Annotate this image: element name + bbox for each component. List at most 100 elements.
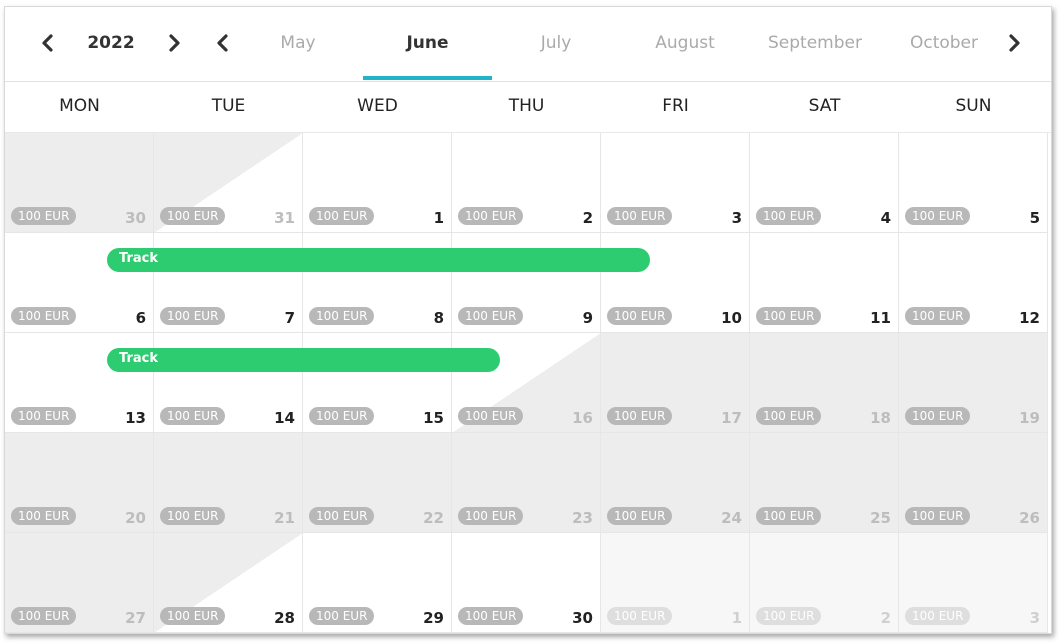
day-number: 26 — [1019, 509, 1040, 527]
day-cell[interactable]: 100 EUR 3 — [899, 533, 1048, 633]
day-number: 19 — [1019, 409, 1040, 427]
previous-year-button[interactable] — [37, 31, 59, 55]
day-cell[interactable]: 100 EUR 30 — [5, 133, 154, 233]
price-badge: 100 EUR — [607, 207, 673, 225]
day-number: 6 — [135, 309, 146, 327]
event-bar-track[interactable]: Track — [107, 348, 500, 372]
day-number: 15 — [423, 409, 444, 427]
day-cell[interactable]: 100 EUR 3 — [601, 133, 750, 233]
day-number: 11 — [870, 309, 891, 327]
day-cell[interactable]: 100 EUR 19 — [899, 333, 1048, 433]
event-bar-track[interactable]: Track — [107, 248, 650, 272]
day-cell[interactable]: 100 EUR 4 — [750, 133, 899, 233]
day-number: 28 — [274, 609, 295, 627]
price-badge: 100 EUR — [309, 507, 375, 525]
day-cell[interactable]: 100 EUR 1 — [303, 133, 452, 233]
day-cell[interactable]: 100 EUR 28 — [154, 533, 303, 633]
price-badge: 100 EUR — [11, 207, 77, 225]
day-cell[interactable]: 100 EUR 24 — [601, 433, 750, 533]
day-cell[interactable]: 100 EUR 31 — [154, 133, 303, 233]
price-badge: 100 EUR — [11, 307, 77, 325]
day-number: 5 — [1029, 209, 1040, 227]
weekday-thu: THU — [508, 96, 545, 116]
day-number: 7 — [284, 309, 295, 327]
price-badge: 100 EUR — [756, 407, 822, 425]
price-badge: 100 EUR — [607, 307, 673, 325]
weekday-header-row: MON TUE WED THU FRI SAT SUN — [5, 82, 1051, 133]
day-cell[interactable]: 100 EUR 18 — [750, 333, 899, 433]
day-number: 24 — [721, 509, 742, 527]
price-badge: 100 EUR — [607, 407, 673, 425]
day-cell[interactable]: 100 EUR 25 — [750, 433, 899, 533]
month-tab-may[interactable]: May — [245, 31, 351, 55]
day-number: 14 — [274, 409, 295, 427]
month-tab-july[interactable]: July — [500, 31, 612, 55]
price-badge: 100 EUR — [905, 607, 971, 625]
day-grid: 100 EUR 30 100 EUR 31 100 EUR 1 100 EUR 2 100 EU… — [5, 133, 1051, 633]
price-badge: 100 EUR — [458, 207, 524, 225]
day-cell[interactable]: 100 EUR 5 — [899, 133, 1048, 233]
month-tab-june[interactable]: June — [363, 31, 492, 55]
day-cell[interactable]: 100 EUR 17 — [601, 333, 750, 433]
price-badge: 100 EUR — [160, 507, 226, 525]
day-number: 31 — [274, 209, 295, 227]
day-cell[interactable]: 100 EUR 11 — [750, 233, 899, 333]
chevron-right-icon — [169, 34, 180, 52]
chevron-right-icon — [1009, 34, 1020, 52]
day-number: 13 — [125, 409, 146, 427]
price-badge: 100 EUR — [309, 607, 375, 625]
month-tab-october[interactable]: October — [885, 31, 1003, 55]
day-number: 30 — [572, 609, 593, 627]
chevron-left-icon — [42, 34, 53, 52]
day-cell[interactable]: 100 EUR 26 — [899, 433, 1048, 533]
day-cell[interactable]: 100 EUR 2 — [750, 533, 899, 633]
price-badge: 100 EUR — [905, 507, 971, 525]
day-number: 10 — [721, 309, 742, 327]
next-month-button[interactable] — [1003, 31, 1025, 55]
day-number: 21 — [274, 509, 295, 527]
price-badge: 100 EUR — [458, 407, 524, 425]
day-number: 17 — [721, 409, 742, 427]
weekday-fri: FRI — [662, 96, 689, 116]
price-badge: 100 EUR — [11, 607, 77, 625]
price-badge: 100 EUR — [756, 307, 822, 325]
price-badge: 100 EUR — [160, 607, 226, 625]
weekday-sat: SAT — [808, 96, 841, 116]
day-number: 3 — [1029, 609, 1040, 627]
day-number: 8 — [433, 309, 444, 327]
day-cell[interactable]: 100 EUR 2 — [452, 133, 601, 233]
day-number: 9 — [582, 309, 593, 327]
day-cell[interactable]: 100 EUR 12 — [899, 233, 1048, 333]
price-badge: 100 EUR — [160, 207, 226, 225]
next-year-button[interactable] — [163, 31, 185, 55]
previous-month-button[interactable] — [212, 31, 234, 55]
price-badge: 100 EUR — [607, 607, 673, 625]
price-badge: 100 EUR — [756, 207, 822, 225]
day-cell[interactable]: 100 EUR 27 — [5, 533, 154, 633]
month-tab-september[interactable]: September — [760, 31, 870, 55]
day-cell[interactable]: 100 EUR 22 — [303, 433, 452, 533]
price-badge: 100 EUR — [458, 607, 524, 625]
day-cell[interactable]: 100 EUR 20 — [5, 433, 154, 533]
price-badge: 100 EUR — [309, 407, 375, 425]
weekday-wed: WED — [357, 96, 398, 116]
day-cell[interactable]: 100 EUR 30 — [452, 533, 601, 633]
price-badge: 100 EUR — [160, 307, 226, 325]
price-badge: 100 EUR — [905, 407, 971, 425]
day-cell[interactable]: 100 EUR 1 — [601, 533, 750, 633]
day-number: 30 — [125, 209, 146, 227]
day-cell[interactable]: 100 EUR 29 — [303, 533, 452, 633]
day-number: 2 — [582, 209, 593, 227]
price-badge: 100 EUR — [756, 507, 822, 525]
day-cell[interactable]: 100 EUR 21 — [154, 433, 303, 533]
price-badge: 100 EUR — [905, 307, 971, 325]
day-number: 4 — [880, 209, 891, 227]
day-number: 25 — [870, 509, 891, 527]
price-badge: 100 EUR — [11, 507, 77, 525]
day-cell[interactable]: 100 EUR 23 — [452, 433, 601, 533]
month-tab-august[interactable]: August — [625, 31, 745, 55]
price-badge: 100 EUR — [756, 607, 822, 625]
day-number: 20 — [125, 509, 146, 527]
day-number: 16 — [572, 409, 593, 427]
price-badge: 100 EUR — [309, 307, 375, 325]
